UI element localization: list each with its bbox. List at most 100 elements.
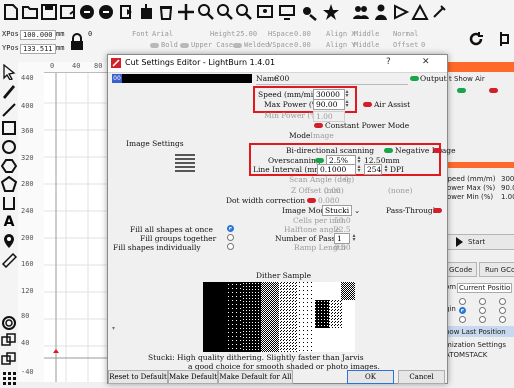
edit-nodes-icon[interactable] xyxy=(1,83,17,99)
triangle-icon[interactable] xyxy=(411,3,429,21)
move-icon[interactable] xyxy=(177,3,195,21)
output-toggle[interactable] xyxy=(410,76,419,81)
speed-value[interactable]: 3000 xyxy=(501,175,514,183)
image-mode-select[interactable]: Stucki xyxy=(322,205,352,216)
origin-radio[interactable] xyxy=(499,307,506,314)
pass-through-toggle[interactable] xyxy=(433,208,442,213)
star-icon[interactable] xyxy=(322,3,340,21)
lock-icon[interactable] xyxy=(69,33,85,51)
frame-icon[interactable] xyxy=(256,3,274,21)
origin-radio[interactable] xyxy=(459,298,466,305)
users-icon[interactable] xyxy=(352,3,370,21)
layer-output-toggle[interactable] xyxy=(457,88,466,93)
export-icon[interactable] xyxy=(138,3,156,21)
dot-width-toggle[interactable] xyxy=(307,198,316,203)
overscanning-toggle[interactable] xyxy=(315,158,324,163)
normal-select[interactable]: Normal xyxy=(393,30,418,38)
grid-array-icon[interactable] xyxy=(1,370,17,386)
pentagon-tool-icon[interactable] xyxy=(0,175,18,192)
negative-image-toggle[interactable] xyxy=(433,148,442,153)
redo-icon[interactable] xyxy=(97,3,115,21)
open-icon[interactable] xyxy=(21,3,39,21)
offset-input[interactable]: 0 xyxy=(421,41,425,49)
line-interval-input[interactable]: 0.1000 xyxy=(317,164,356,175)
max-power-spinner[interactable]: ▴ ▾ xyxy=(344,99,350,109)
fill-individually-radio[interactable] xyxy=(227,243,234,250)
vspace-input[interactable]: 0.00 xyxy=(294,41,311,49)
line-tool-icon[interactable] xyxy=(1,102,17,118)
xpos-input[interactable]: 100.000 xyxy=(20,30,56,40)
ypos-input[interactable]: 133.511 xyxy=(20,44,56,54)
power-min-value[interactable]: 1.00 xyxy=(501,193,514,201)
fill-all-radio[interactable] xyxy=(227,225,234,232)
monitor-icon[interactable] xyxy=(278,3,296,21)
z-offset-input[interactable]: 0.00 xyxy=(324,186,341,195)
select-tool-icon[interactable] xyxy=(1,63,17,81)
trace-icon[interactable] xyxy=(392,3,410,21)
start-button[interactable]: Start xyxy=(447,234,514,250)
polygon-tool-icon[interactable] xyxy=(0,158,18,174)
upper-case-toggle[interactable] xyxy=(180,43,189,48)
show-last-position-button[interactable]: how Last Position xyxy=(445,326,514,337)
height-input[interactable]: 25.00 xyxy=(236,30,257,38)
offset-tool-icon[interactable] xyxy=(1,315,17,331)
bracket-tool-icon[interactable] xyxy=(1,195,17,211)
run-gcode-button[interactable]: Run GCod xyxy=(479,262,514,277)
origin-radio[interactable] xyxy=(459,307,466,314)
constant-power-toggle[interactable] xyxy=(314,123,323,128)
width-input[interactable]: 0 xyxy=(88,30,92,38)
scan-angle-input[interactable]: 0 xyxy=(344,175,349,184)
delete-icon[interactable] xyxy=(157,3,175,21)
gcode-button[interactable]: GCode xyxy=(445,262,477,277)
bold-toggle[interactable] xyxy=(150,43,159,48)
origin-radio[interactable] xyxy=(459,316,466,323)
origin-radio[interactable] xyxy=(499,316,506,323)
air-assist-toggle[interactable] xyxy=(363,102,372,107)
font-select[interactable]: Arial xyxy=(152,30,173,38)
origin-radio[interactable] xyxy=(479,298,486,305)
welded-toggle[interactable] xyxy=(233,43,242,48)
save-as-icon[interactable] xyxy=(59,3,77,21)
text-tool-icon[interactable]: A xyxy=(1,214,17,230)
refresh-icon[interactable] xyxy=(467,30,485,48)
bidirectional-toggle[interactable] xyxy=(384,148,393,153)
settings-icon[interactable] xyxy=(300,3,318,21)
dpi-spinner[interactable]: ▴ ▾ xyxy=(383,164,389,174)
max-power-input[interactable]: 90.00 xyxy=(313,99,345,110)
boolean-union-icon[interactable] xyxy=(1,333,17,349)
layer-color-swatch[interactable] xyxy=(122,74,252,83)
origin-radio[interactable] xyxy=(479,307,486,314)
zoom-in-icon[interactable] xyxy=(197,3,215,21)
save-icon[interactable] xyxy=(40,3,58,21)
zoom-fit-icon[interactable] xyxy=(235,3,253,21)
origin-radio[interactable] xyxy=(499,298,506,305)
distribute-icon[interactable] xyxy=(498,30,512,48)
layer-air-toggle[interactable] xyxy=(489,88,498,93)
position-laser-icon[interactable] xyxy=(1,233,17,249)
undo-icon[interactable] xyxy=(78,3,96,21)
align-x-select[interactable]: Middle xyxy=(354,30,379,38)
line-interval-spinner[interactable]: ▴ ▾ xyxy=(356,164,362,174)
close-button[interactable]: ✕ xyxy=(422,57,430,67)
zoom-out-icon[interactable] xyxy=(216,3,234,21)
start-from-select[interactable]: Current Positio xyxy=(457,283,513,293)
cells-per-inch-input[interactable]: 50.0 xyxy=(334,216,351,225)
ellipse-tool-icon[interactable] xyxy=(1,139,17,155)
dot-width-input[interactable]: 0.080 xyxy=(318,196,339,205)
name-field[interactable]: C00 xyxy=(274,74,289,83)
new-file-icon[interactable] xyxy=(2,3,20,21)
dpi-input[interactable]: 254 xyxy=(364,164,382,175)
scroll-down-arrow[interactable]: ▾ xyxy=(112,325,120,333)
sparkle-icon[interactable] xyxy=(430,3,448,21)
device-name[interactable]: ATOMSTACK xyxy=(445,351,487,359)
measure-tool-icon[interactable] xyxy=(1,252,18,269)
ramp-length-input[interactable]: 0.00 xyxy=(334,243,351,252)
hspace-input[interactable]: 0.00 xyxy=(294,30,311,38)
person-icon[interactable] xyxy=(372,3,390,21)
chevron-down-icon[interactable]: ⌄ xyxy=(354,206,360,215)
optimization-settings-label[interactable]: mization Settings xyxy=(445,341,506,349)
boolean-subtract-icon[interactable] xyxy=(1,352,17,368)
help-button[interactable]: ? xyxy=(386,57,391,67)
mode-select[interactable]: Image xyxy=(310,131,334,140)
import-icon[interactable] xyxy=(118,3,136,21)
